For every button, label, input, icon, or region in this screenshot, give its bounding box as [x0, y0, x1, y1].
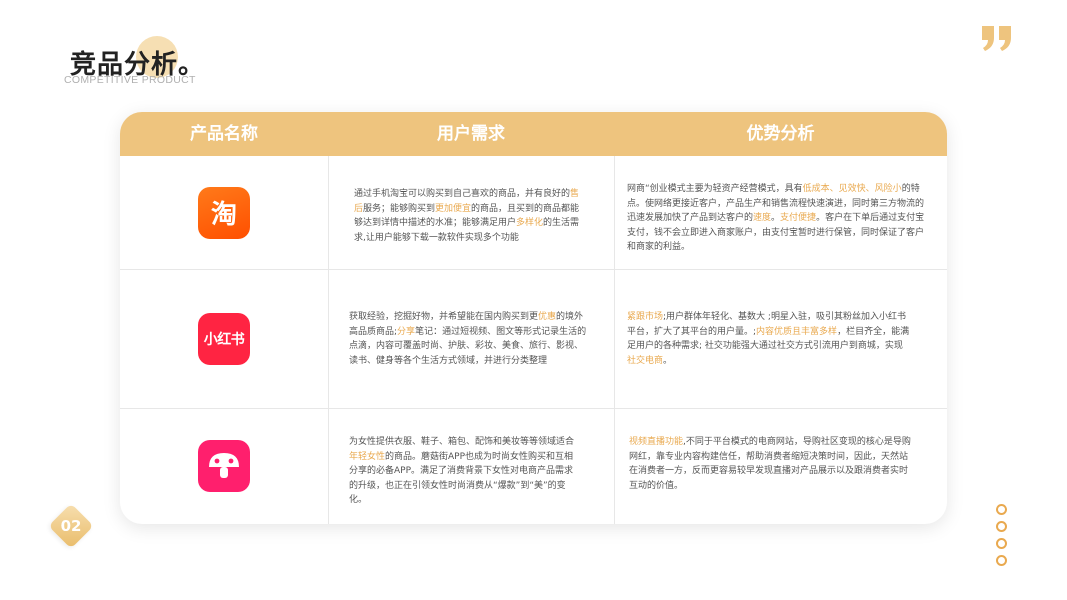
advantages-cell: 视频直播功能,不同于平台模式的电商网站，导购社区变现的核心是导购网红，靠专业内容… [629, 435, 911, 493]
highlight-text: 年轻女性 [349, 451, 386, 462]
advantages-cell: 紧跟市场;用户群体年轻化、基数大 ;明星入驻，吸引其粉丝加入小红书平台，扩大了其… [627, 310, 910, 368]
quote-mark-icon [982, 26, 1011, 51]
page-number-badge: 02 [48, 503, 94, 549]
cell-text: 服务；能够购买到 [363, 203, 436, 214]
highlight-text: 速度 [753, 213, 772, 223]
advantages-cell: 网商“创业模式主要为轻资产经营模式，具有低成本、见效快、风险小的特点。使网络更接… [627, 182, 929, 255]
taobao-logo: 淘 [198, 186, 250, 239]
highlight-text: 支付便捷 [780, 213, 817, 223]
dot-decor [996, 521, 1007, 532]
needs-cell: 通过手机淘宝可以购买到自己喜欢的商品，并有良好的售后服务；能够购买到更加便宜的商… [354, 187, 586, 245]
cell-text: 通过手机淘宝可以购买到自己喜欢的商品，并有良好的 [354, 189, 571, 199]
cell-text: 为女性提供衣服、鞋子、箱包、配饰和美妆等等领域适合 [349, 437, 575, 447]
highlight-text: 分享 [397, 326, 416, 337]
highlight-text: 低成本、见效快、风险小 [802, 184, 902, 194]
page-subtitle: COMPETITIVE PRODUCT [64, 74, 196, 86]
table-header: 产品名称 用户需求 优势分析 [120, 112, 947, 156]
needs-cell: 获取经验，挖掘好物，并希望能在国内购买到更优惠的境外高品质商品;分享笔记：通过短… [349, 310, 589, 368]
column-header-needs: 用户需求 [437, 124, 505, 144]
column-divider [328, 156, 329, 524]
mogujie-logo [198, 440, 250, 492]
dot-decor [996, 538, 1007, 549]
comparison-table: 产品名称 用户需求 优势分析 淘 通过手机淘宝可以购买到自己喜欢的商品，并有良好… [120, 112, 947, 524]
highlight-text: 更加便宜 [435, 203, 472, 214]
table-row: 小红书 [120, 269, 328, 408]
column-header-product: 产品名称 [190, 124, 258, 144]
cell-text: 获取经验，挖掘好物，并希望能在国内购买到更 [349, 312, 539, 322]
xiaohongshu-logo: 小红书 [198, 312, 250, 365]
table-row [120, 408, 328, 524]
highlight-text: 社交电商 [627, 355, 664, 366]
needs-cell: 为女性提供衣服、鞋子、箱包、配饰和美妆等等领域适合年轻女性的商品。蘑菇街APP也… [349, 435, 581, 508]
highlight-text: 紧跟市场 [627, 312, 664, 322]
column-divider [614, 156, 615, 524]
cell-text: 网商“创业模式主要为轻资产经营模式，具有 [627, 184, 803, 194]
dot-decor [996, 555, 1007, 566]
table-row: 淘 [120, 156, 328, 269]
highlight-text: 优惠 [538, 312, 557, 322]
page-number: 02 [60, 517, 82, 535]
highlight-text: 内容优质且丰富多样 [756, 326, 838, 337]
dot-decor [996, 504, 1007, 515]
cell-text: 。 [771, 213, 781, 223]
highlight-text: 视频直播功能 [629, 437, 684, 447]
column-header-advantages: 优势分析 [746, 124, 815, 144]
mushroom-icon [209, 453, 239, 478]
cell-text: 。 [663, 355, 673, 366]
highlight-text: 多样化 [516, 218, 544, 228]
